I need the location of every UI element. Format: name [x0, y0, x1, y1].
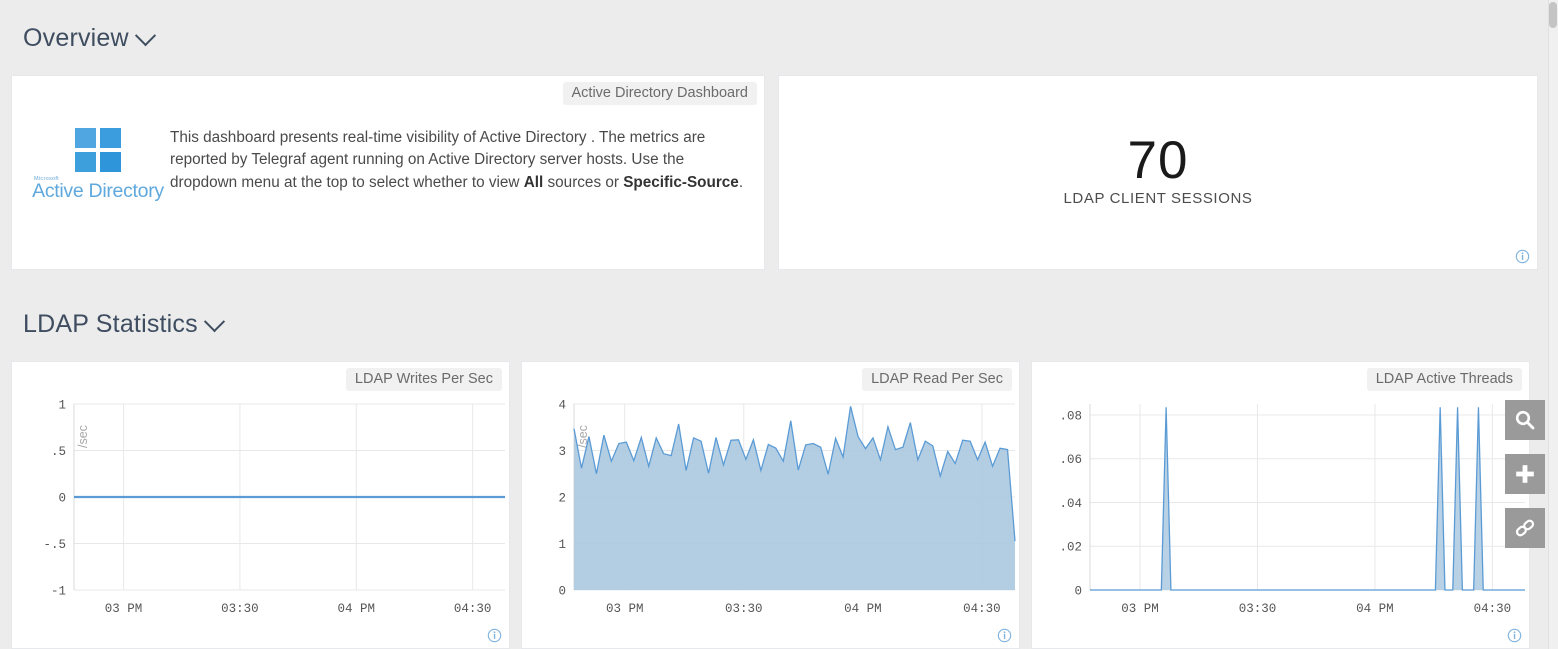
panel-active-directory-dashboard: Active Directory Dashboard Microsoft Act…	[11, 75, 765, 270]
panel-title-active-directory-dashboard: Active Directory Dashboard	[562, 82, 757, 105]
panel-title-ldap-read-per-sec: LDAP Read Per Sec	[862, 368, 1012, 391]
svg-text:-.5: -.5	[43, 538, 66, 552]
chart-ldap-writes-per-sec[interactable]: 1 .5 0 -.5 -1 03 PM 03:30 04 PM 04:30/sec	[12, 390, 509, 630]
panel-ldap-active-threads: LDAP Active Threads .08 .06 .04 .02 0 03 PM 03…	[1031, 361, 1530, 649]
dashboard-page: Overview Active Directory Dashboard Micr…	[0, 0, 1558, 649]
stat-block: 70 LDAP CLIENT SESSIONS	[779, 131, 1537, 208]
svg-text:.5: .5	[51, 445, 66, 459]
chevron-down-icon[interactable]	[203, 311, 225, 333]
stat-label: LDAP CLIENT SESSIONS	[1063, 190, 1253, 207]
svg-text:1: 1	[58, 399, 66, 413]
intro-text-part2: sources or	[543, 173, 624, 191]
svg-text:.04: .04	[1059, 497, 1082, 511]
intro-description: This dashboard presents real-time visibi…	[170, 122, 752, 194]
svg-text:03 PM: 03 PM	[1121, 602, 1159, 616]
svg-text:03 PM: 03 PM	[105, 602, 143, 616]
page-scrollbar[interactable]	[1548, 0, 1558, 649]
intro-body: Microsoft Active Directory This dashboar…	[12, 122, 752, 203]
chart-ldap-read-per-sec[interactable]: 4 3 2 1 0 03 PM 03:30 04 PM 04:30/sec	[522, 390, 1019, 630]
svg-text:04:30: 04:30	[963, 602, 1001, 616]
svg-text:.06: .06	[1059, 453, 1082, 467]
active-directory-logo: Microsoft Active Directory	[26, 122, 170, 203]
svg-text:0: 0	[558, 585, 566, 599]
section-title-overview: Overview	[23, 24, 129, 52]
svg-text:04:30: 04:30	[1474, 602, 1512, 616]
stat-value: 70	[1127, 131, 1189, 190]
panel-ldap-client-sessions: 70 LDAP CLIENT SESSIONS	[778, 75, 1538, 270]
panel-title-ldap-writes-per-sec: LDAP Writes Per Sec	[345, 368, 502, 391]
svg-text:03:30: 03:30	[725, 602, 763, 616]
logo-brand-name: Active Directory	[32, 180, 164, 202]
svg-text:04 PM: 04 PM	[1356, 602, 1394, 616]
svg-text:.08: .08	[1059, 409, 1082, 423]
svg-text:0: 0	[1074, 585, 1082, 599]
svg-text:0: 0	[58, 492, 66, 506]
chevron-down-icon[interactable]	[134, 25, 156, 47]
intro-text-bold-all: All	[523, 173, 544, 191]
info-icon[interactable]	[1507, 628, 1522, 643]
svg-text:04:30: 04:30	[454, 602, 492, 616]
panel-ldap-writes-per-sec: LDAP Writes Per Sec 1 .5 0 -.5 -1 03 PM 03:30 0…	[11, 361, 510, 649]
chain-link-icon	[1515, 519, 1535, 537]
svg-text:3: 3	[558, 445, 566, 459]
svg-text:1: 1	[558, 538, 566, 552]
section-header-overview[interactable]: Overview	[23, 24, 156, 53]
svg-text:2: 2	[558, 492, 566, 506]
plus-icon	[1516, 465, 1534, 483]
windows-logo-icon	[75, 128, 121, 172]
section-header-ldap-statistics[interactable]: LDAP Statistics	[23, 310, 225, 339]
section-title-ldap-statistics: LDAP Statistics	[23, 310, 198, 338]
svg-text:04 PM: 04 PM	[338, 602, 376, 616]
info-icon[interactable]	[487, 628, 502, 643]
svg-text:4: 4	[558, 399, 566, 413]
floating-toolbar	[1505, 400, 1545, 562]
search-button[interactable]	[1505, 400, 1545, 440]
panel-title-ldap-active-threads: LDAP Active Threads	[1366, 368, 1522, 391]
intro-text-bold-specific-source: Specific-Source	[623, 173, 739, 191]
intro-text-part3: .	[738, 173, 744, 191]
svg-text:-1: -1	[51, 585, 66, 599]
info-icon[interactable]	[1515, 249, 1530, 264]
chart-ldap-active-threads[interactable]: .08 .06 .04 .02 0 03 PM 03:30 04 PM 04:30	[1032, 390, 1529, 630]
scrollbar-thumb[interactable]	[1549, 2, 1557, 28]
svg-text:03:30: 03:30	[1239, 602, 1277, 616]
svg-text:/sec: /sec	[76, 425, 90, 448]
svg-text:04 PM: 04 PM	[844, 602, 882, 616]
svg-text:03 PM: 03 PM	[606, 602, 644, 616]
info-icon[interactable]	[997, 628, 1012, 643]
link-button[interactable]	[1505, 508, 1545, 548]
add-button[interactable]	[1505, 454, 1545, 494]
panel-ldap-read-per-sec: LDAP Read Per Sec 4 3 2 1 0 03 PM 03:30 04 PM 04…	[521, 361, 1020, 649]
magnifier-icon	[1515, 410, 1535, 430]
svg-text:03:30: 03:30	[221, 602, 259, 616]
svg-text:.02: .02	[1059, 541, 1082, 555]
